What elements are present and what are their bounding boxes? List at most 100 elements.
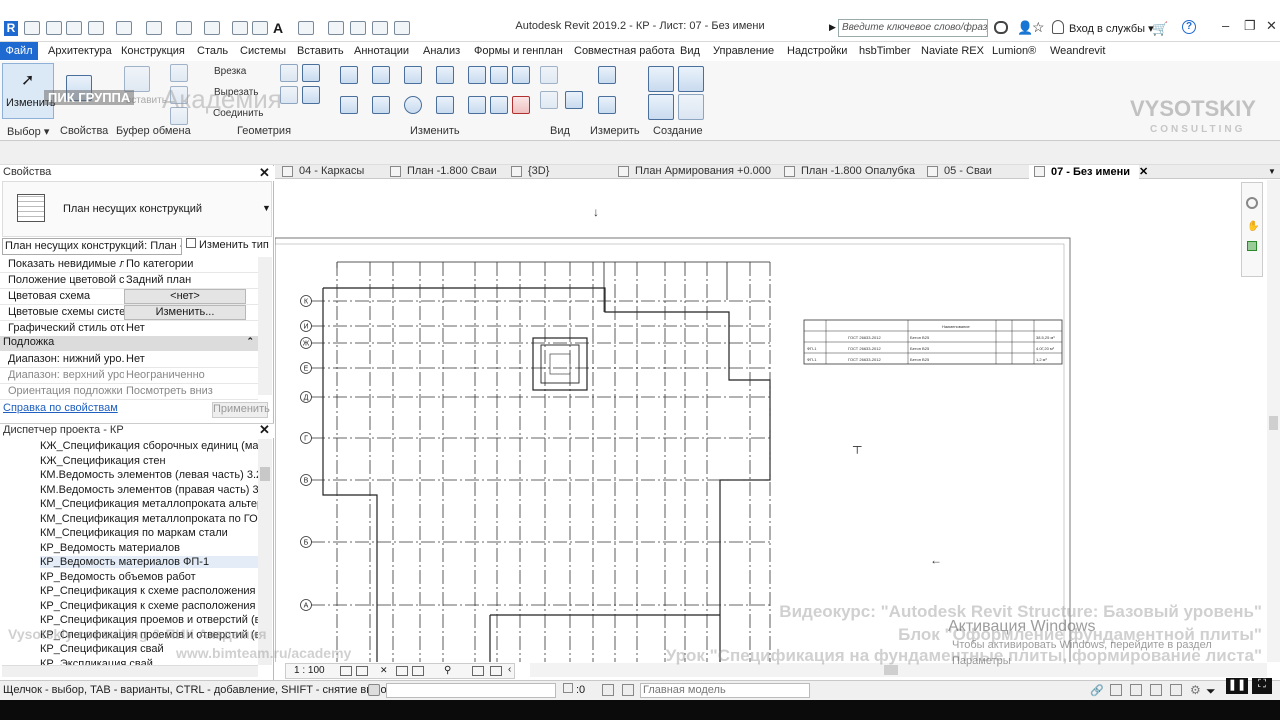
cut-icon[interactable] (170, 64, 188, 82)
browser-scroll-thumb[interactable] (260, 467, 270, 481)
browser-item[interactable]: КМ_Спецификация металлопроката по ГОСТ (40, 513, 258, 525)
create-similar-icon[interactable] (678, 94, 704, 120)
measure-icon[interactable] (204, 21, 220, 35)
background-process-icon[interactable]: ⚙ (1190, 683, 1201, 697)
edit-type-button[interactable]: Изменить тип (186, 238, 269, 251)
browser-item[interactable]: КР_Спецификация к схеме расположения фун… (40, 600, 258, 612)
property-value[interactable]: Задний план (126, 274, 256, 286)
sign-in-link[interactable]: Вход в службы ▾ (1054, 22, 1154, 35)
type-selector[interactable]: План несущих конструкций ▼ (2, 181, 272, 237)
browser-item[interactable]: КЖ_Спецификация стен (40, 455, 258, 467)
offset-icon[interactable] (372, 66, 390, 84)
browser-item[interactable]: КР_Ведомость материалов (40, 542, 258, 554)
grid-bubble[interactable]: И (300, 320, 312, 332)
detail-level-icon[interactable] (340, 666, 352, 676)
section-icon[interactable] (328, 21, 344, 35)
create-assembly-icon[interactable] (648, 66, 674, 92)
editable-only-icon[interactable] (602, 684, 614, 696)
view-tab[interactable]: План -1.800 Опалубка (779, 165, 917, 179)
navigation-bar[interactable]: ✋ (1241, 182, 1263, 277)
canvas-hscroll-thumb[interactable] (884, 665, 898, 675)
thin-lines-icon[interactable] (350, 21, 366, 35)
close-hidden-icon[interactable] (372, 21, 388, 35)
browser-item[interactable]: КР_Спецификация к схеме расположения (40, 585, 258, 597)
override-icon[interactable] (540, 91, 558, 109)
view-tab[interactable]: {3D} (506, 165, 608, 179)
dimension-icon[interactable] (232, 21, 248, 35)
fullscreen-icon[interactable]: ⛶ (1252, 678, 1272, 694)
revit-logo-icon[interactable]: R (4, 21, 18, 36)
properties-close-icon[interactable]: ✕ (259, 165, 270, 181)
view-tab[interactable]: 04 - Каркасы (277, 165, 381, 179)
grid-bubble[interactable]: А (300, 599, 312, 611)
visual-style-icon[interactable] (356, 666, 368, 676)
crop-icon[interactable] (412, 666, 424, 676)
ribbon-tab[interactable]: Анализ (423, 45, 460, 57)
panel-select[interactable]: Выбор ▾ (7, 125, 49, 138)
shadows-icon[interactable] (396, 666, 408, 676)
property-row[interactable]: Показать невидимые л... По категории (0, 257, 258, 273)
ribbon-tab[interactable]: Сталь (197, 45, 228, 57)
property-value[interactable]: Посмотреть вниз (126, 385, 256, 397)
delete-icon[interactable] (512, 96, 530, 114)
view-tab[interactable]: План -1.800 Сваи (385, 165, 501, 179)
ribbon-tab[interactable]: Аннотации (354, 45, 409, 57)
tabs-overflow-icon[interactable]: ▼ (1268, 167, 1276, 176)
ribbon-tab[interactable]: Naviate REX (921, 45, 984, 57)
select-by-face-icon[interactable] (1150, 684, 1162, 696)
paint-icon[interactable] (280, 64, 298, 82)
scroll-left-icon[interactable]: ‹ (508, 664, 511, 675)
save-icon[interactable] (66, 21, 82, 35)
grid-bubble[interactable]: Е (300, 362, 312, 374)
mirror-axis-icon[interactable] (404, 66, 422, 84)
scale-icon[interactable] (490, 66, 508, 84)
browser-item[interactable]: КМ.Ведомость элементов (правая часть) 3.… (40, 484, 258, 496)
ribbon-tab[interactable]: Совместная работа (574, 45, 675, 57)
grid-bubble[interactable]: Ж (300, 337, 312, 349)
design-options-icon[interactable] (622, 684, 634, 696)
tag-icon[interactable] (252, 21, 268, 35)
switch-windows-icon[interactable] (394, 21, 410, 35)
pin-icon[interactable] (490, 96, 508, 114)
browser-item[interactable]: КЖ_Спецификация сборочных единиц (масса (40, 440, 258, 452)
browser-hscrollbar[interactable] (2, 665, 258, 677)
view-tab[interactable]: 05 - Сваи (922, 165, 1024, 179)
drag-elements-icon[interactable] (1170, 684, 1182, 696)
create-parts-icon[interactable] (678, 66, 704, 92)
file-tab[interactable]: Файл (0, 42, 38, 60)
sun-path-icon[interactable]: ✕ (380, 665, 388, 676)
property-value[interactable]: Нет (126, 322, 256, 334)
pause-icon[interactable]: ❚❚ (1226, 678, 1248, 694)
array-icon[interactable] (468, 96, 486, 114)
sync-icon[interactable] (88, 21, 104, 35)
open-file-icon[interactable] (46, 21, 62, 35)
text-icon[interactable]: A (273, 20, 283, 36)
binoculars-icon[interactable] (994, 21, 1008, 34)
property-button[interactable]: Изменить... (124, 305, 246, 320)
property-row[interactable]: Ориентация подложки Посмотреть вниз (0, 384, 258, 400)
align-icon[interactable] (340, 66, 358, 84)
restore-icon[interactable]: ❐ (1244, 18, 1256, 34)
view-tab[interactable]: План Армирования +0.000 (613, 165, 775, 179)
design-option-select[interactable]: Главная модель (640, 683, 810, 698)
ribbon-tab[interactable]: Формы и генплан (474, 45, 563, 57)
worksets-icon[interactable] (368, 684, 380, 696)
property-value[interactable]: По категории (126, 258, 256, 270)
wall-join-icon[interactable] (280, 86, 298, 104)
measure-distance-icon[interactable] (598, 66, 616, 84)
user-icon[interactable]: 👤 (1017, 20, 1033, 36)
ribbon-tab[interactable]: Конструкция (121, 45, 185, 57)
copy-element-icon[interactable] (372, 96, 390, 114)
redo-icon[interactable] (146, 21, 162, 35)
browser-item[interactable]: КМ_Спецификация металлопроката альтернат (40, 498, 258, 510)
canvas-vscroll-thumb[interactable] (1269, 416, 1278, 430)
hide-icon[interactable] (540, 66, 558, 84)
filter-icon[interactable]: ⏷ (1206, 684, 1216, 699)
move-icon[interactable] (340, 96, 358, 114)
search-input[interactable]: Введите ключевое слово/фразу (838, 19, 988, 37)
instance-select[interactable]: План несущих конструкций: План - (2, 238, 182, 255)
ribbon-tab[interactable]: Надстройки (787, 45, 847, 57)
open-icon[interactable] (24, 21, 40, 35)
cart-icon[interactable]: 🛒 (1152, 21, 1168, 37)
sheet-drawing[interactable]: К И Ж Е Д Г В Б А ↓ ┬ ← Наименование ГОСТ 26633-… (275, 180, 1267, 662)
